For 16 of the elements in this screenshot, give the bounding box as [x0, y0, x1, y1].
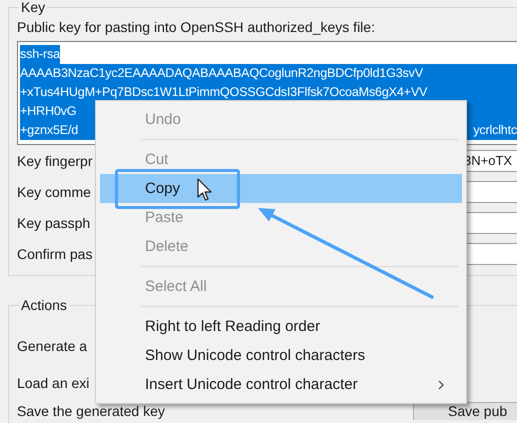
action-label: Load an exi — [17, 374, 90, 390]
menu-item[interactable]: Right to left Reading order — [100, 312, 462, 341]
field-label: Confirm pas — [17, 246, 92, 262]
group-title: Key — [20, 0, 46, 15]
group-title: Actions — [20, 298, 68, 313]
field-label: Key comme — [17, 184, 91, 200]
action-label: Save the generated key — [17, 402, 165, 418]
field-label: Public key for pasting into OpenSSH authorized_keys file: — [17, 18, 376, 36]
menu-item[interactable]: Insert Unicode control character — [100, 370, 462, 399]
mouse-pointer-icon — [197, 178, 213, 202]
menu-item[interactable]: Copy — [100, 174, 462, 203]
field-label: Key fingerpr — [17, 152, 92, 168]
save-button[interactable]: Save pub — [413, 402, 517, 420]
menu-item[interactable]: Show Unicode control characters — [100, 341, 462, 370]
field-label: Key passph — [17, 214, 90, 230]
action-label: Generate a — [17, 338, 88, 354]
